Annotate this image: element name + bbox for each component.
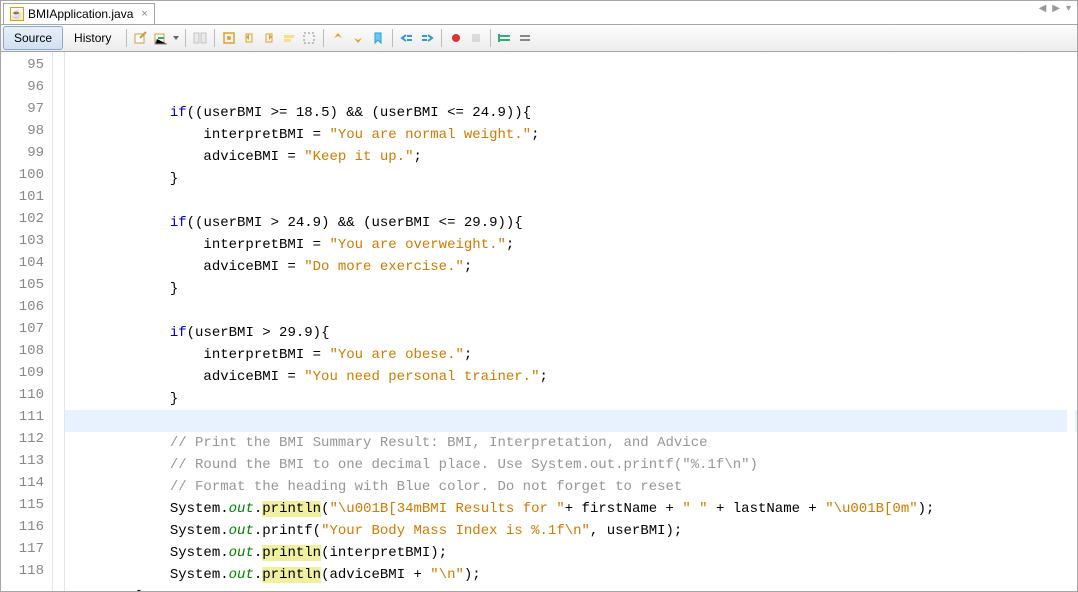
line-number[interactable]: 109 <box>1 362 52 384</box>
diff-icon[interactable] <box>190 28 210 48</box>
last-edit-icon[interactable] <box>131 28 151 48</box>
macro-record-icon[interactable] <box>446 28 466 48</box>
code-line[interactable]: interpretBMI = "You are normal weight."; <box>65 124 1077 146</box>
line-number[interactable]: 114 <box>1 472 52 494</box>
back-icon[interactable] <box>151 28 171 48</box>
code-line[interactable]: } <box>65 278 1077 300</box>
java-file-icon: ☕ <box>10 7 24 21</box>
editor-area: 9596979899100101102103104105106107108109… <box>1 52 1077 591</box>
code-line[interactable]: interpretBMI = "You are overweight."; <box>65 234 1077 256</box>
line-number[interactable]: 103 <box>1 230 52 252</box>
history-tab[interactable]: History <box>63 26 122 50</box>
code-line[interactable]: // Print the BMI Summary Result: BMI, In… <box>65 432 1077 454</box>
error-stripe[interactable] <box>1067 52 1075 591</box>
code-line[interactable]: if((userBMI > 24.9) && (userBMI <= 29.9)… <box>65 212 1077 234</box>
code-line[interactable]: } <box>65 586 1077 591</box>
line-number[interactable]: 96 <box>1 76 52 98</box>
tab-prev-icon[interactable]: ◀ <box>1037 3 1049 14</box>
line-number[interactable]: 113 <box>1 450 52 472</box>
line-number[interactable]: 95 <box>1 54 52 76</box>
code-line[interactable]: } <box>65 168 1077 190</box>
line-number[interactable]: 105 <box>1 274 52 296</box>
find-next-icon[interactable] <box>259 28 279 48</box>
code-line[interactable]: adviceBMI = "Keep it up."; <box>65 146 1077 168</box>
line-number[interactable]: 107 <box>1 318 52 340</box>
toolbar-separator <box>392 29 393 47</box>
shift-right-icon[interactable] <box>417 28 437 48</box>
code-line[interactable]: System.out.println(adviceBMI + "\n"); <box>65 564 1077 586</box>
tab-next-icon[interactable]: ▶ <box>1050 3 1062 14</box>
file-tab[interactable]: ☕ BMIApplication.java × <box>3 3 155 24</box>
line-number-gutter[interactable]: 9596979899100101102103104105106107108109… <box>1 52 53 591</box>
toolbar-separator <box>214 29 215 47</box>
prev-bookmark-icon[interactable] <box>328 28 348 48</box>
line-number[interactable]: 112 <box>1 428 52 450</box>
code-line[interactable]: } <box>65 388 1077 410</box>
toggle-highlight-icon[interactable] <box>279 28 299 48</box>
line-number[interactable]: 98 <box>1 120 52 142</box>
find-prev-icon[interactable] <box>239 28 259 48</box>
line-number[interactable]: 110 <box>1 384 52 406</box>
code-line[interactable]: System.out.println("\u001B[34mBMI Result… <box>65 498 1077 520</box>
line-number[interactable]: 100 <box>1 164 52 186</box>
code-editor[interactable]: if((userBMI >= 18.5) && (userBMI <= 24.9… <box>65 52 1077 591</box>
code-line[interactable]: System.out.println(interpretBMI); <box>65 542 1077 564</box>
line-number[interactable]: 97 <box>1 98 52 120</box>
tab-bar: ☕ BMIApplication.java × ◀ ▶ ▾ <box>1 1 1077 25</box>
line-number[interactable]: 116 <box>1 516 52 538</box>
toolbar-separator <box>490 29 491 47</box>
tab-menu-icon[interactable]: ▾ <box>1064 3 1073 14</box>
close-icon[interactable]: × <box>141 8 147 20</box>
uncomment-icon[interactable] <box>515 28 535 48</box>
fold-strip[interactable] <box>53 52 65 591</box>
line-number[interactable]: 101 <box>1 186 52 208</box>
code-line[interactable]: adviceBMI = "Do more exercise."; <box>65 256 1077 278</box>
line-number[interactable]: 106 <box>1 296 52 318</box>
code-line[interactable]: interpretBMI = "You are obese."; <box>65 344 1077 366</box>
code-line[interactable]: // Format the heading with Blue color. D… <box>65 476 1077 498</box>
toggle-rect-icon[interactable] <box>299 28 319 48</box>
code-line[interactable]: adviceBMI = "You need personal trainer."… <box>65 366 1077 388</box>
line-number[interactable]: 104 <box>1 252 52 274</box>
code-line[interactable] <box>65 300 1077 322</box>
tab-nav: ◀ ▶ ▾ <box>1037 3 1073 14</box>
line-number[interactable]: 111 <box>1 406 52 428</box>
code-line[interactable]: // Round the BMI to one decimal place. U… <box>65 454 1077 476</box>
macro-stop-icon[interactable] <box>466 28 486 48</box>
line-number[interactable]: 117 <box>1 538 52 560</box>
code-line[interactable] <box>65 190 1077 212</box>
line-number[interactable]: 115 <box>1 494 52 516</box>
next-bookmark-icon[interactable] <box>348 28 368 48</box>
source-tab[interactable]: Source <box>3 26 63 50</box>
toolbar-separator <box>323 29 324 47</box>
code-line[interactable]: System.out.printf("Your Body Mass Index … <box>65 520 1077 542</box>
find-selection-icon[interactable] <box>219 28 239 48</box>
toolbar-separator <box>441 29 442 47</box>
line-number[interactable]: 118 <box>1 560 52 582</box>
editor-toolbar: Source History <box>1 25 1077 52</box>
code-line[interactable]: if((userBMI >= 18.5) && (userBMI <= 24.9… <box>65 102 1077 124</box>
toolbar-separator <box>185 29 186 47</box>
comment-icon[interactable] <box>495 28 515 48</box>
file-tab-label: BMIApplication.java <box>28 7 133 21</box>
code-line[interactable]: if(userBMI > 29.9){ <box>65 322 1077 344</box>
line-number[interactable]: 99 <box>1 142 52 164</box>
code-line[interactable] <box>65 410 1077 432</box>
shift-left-icon[interactable] <box>397 28 417 48</box>
toolbar-separator <box>126 29 127 47</box>
toggle-bookmark-icon[interactable] <box>368 28 388 48</box>
line-number[interactable]: 102 <box>1 208 52 230</box>
line-number[interactable]: 108 <box>1 340 52 362</box>
back-dropdown-icon[interactable] <box>171 28 181 48</box>
